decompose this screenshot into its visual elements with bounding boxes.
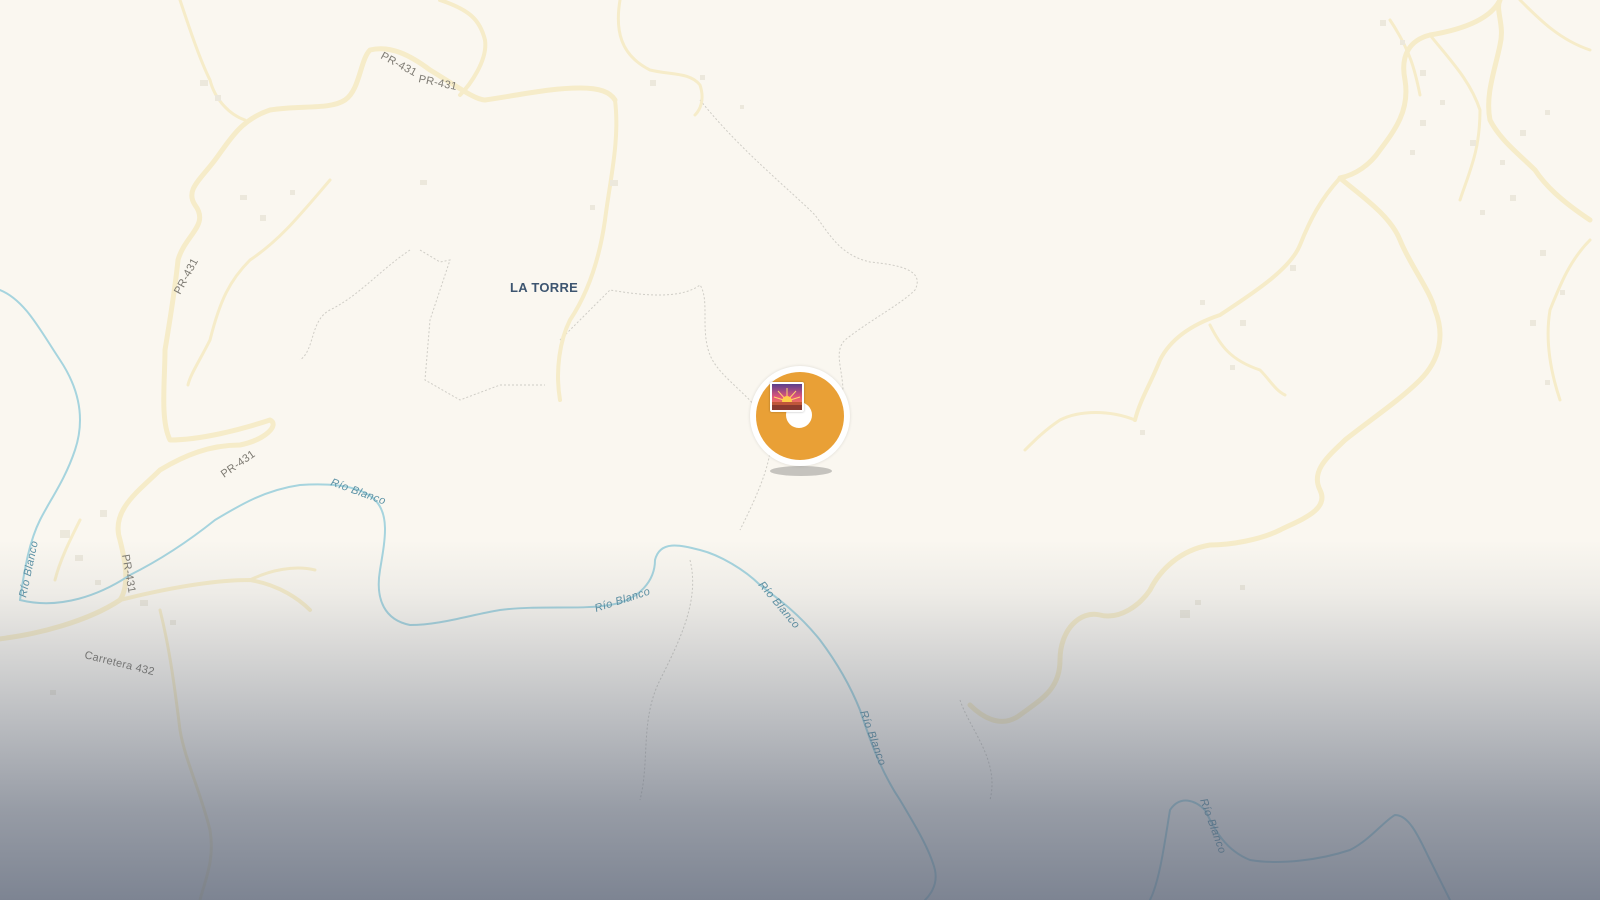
- photo-map-marker[interactable]: [750, 366, 850, 476]
- sunrise-photo-icon: [770, 382, 804, 412]
- marker-shadow: [770, 466, 832, 476]
- place-label: LA TORRE: [510, 280, 578, 295]
